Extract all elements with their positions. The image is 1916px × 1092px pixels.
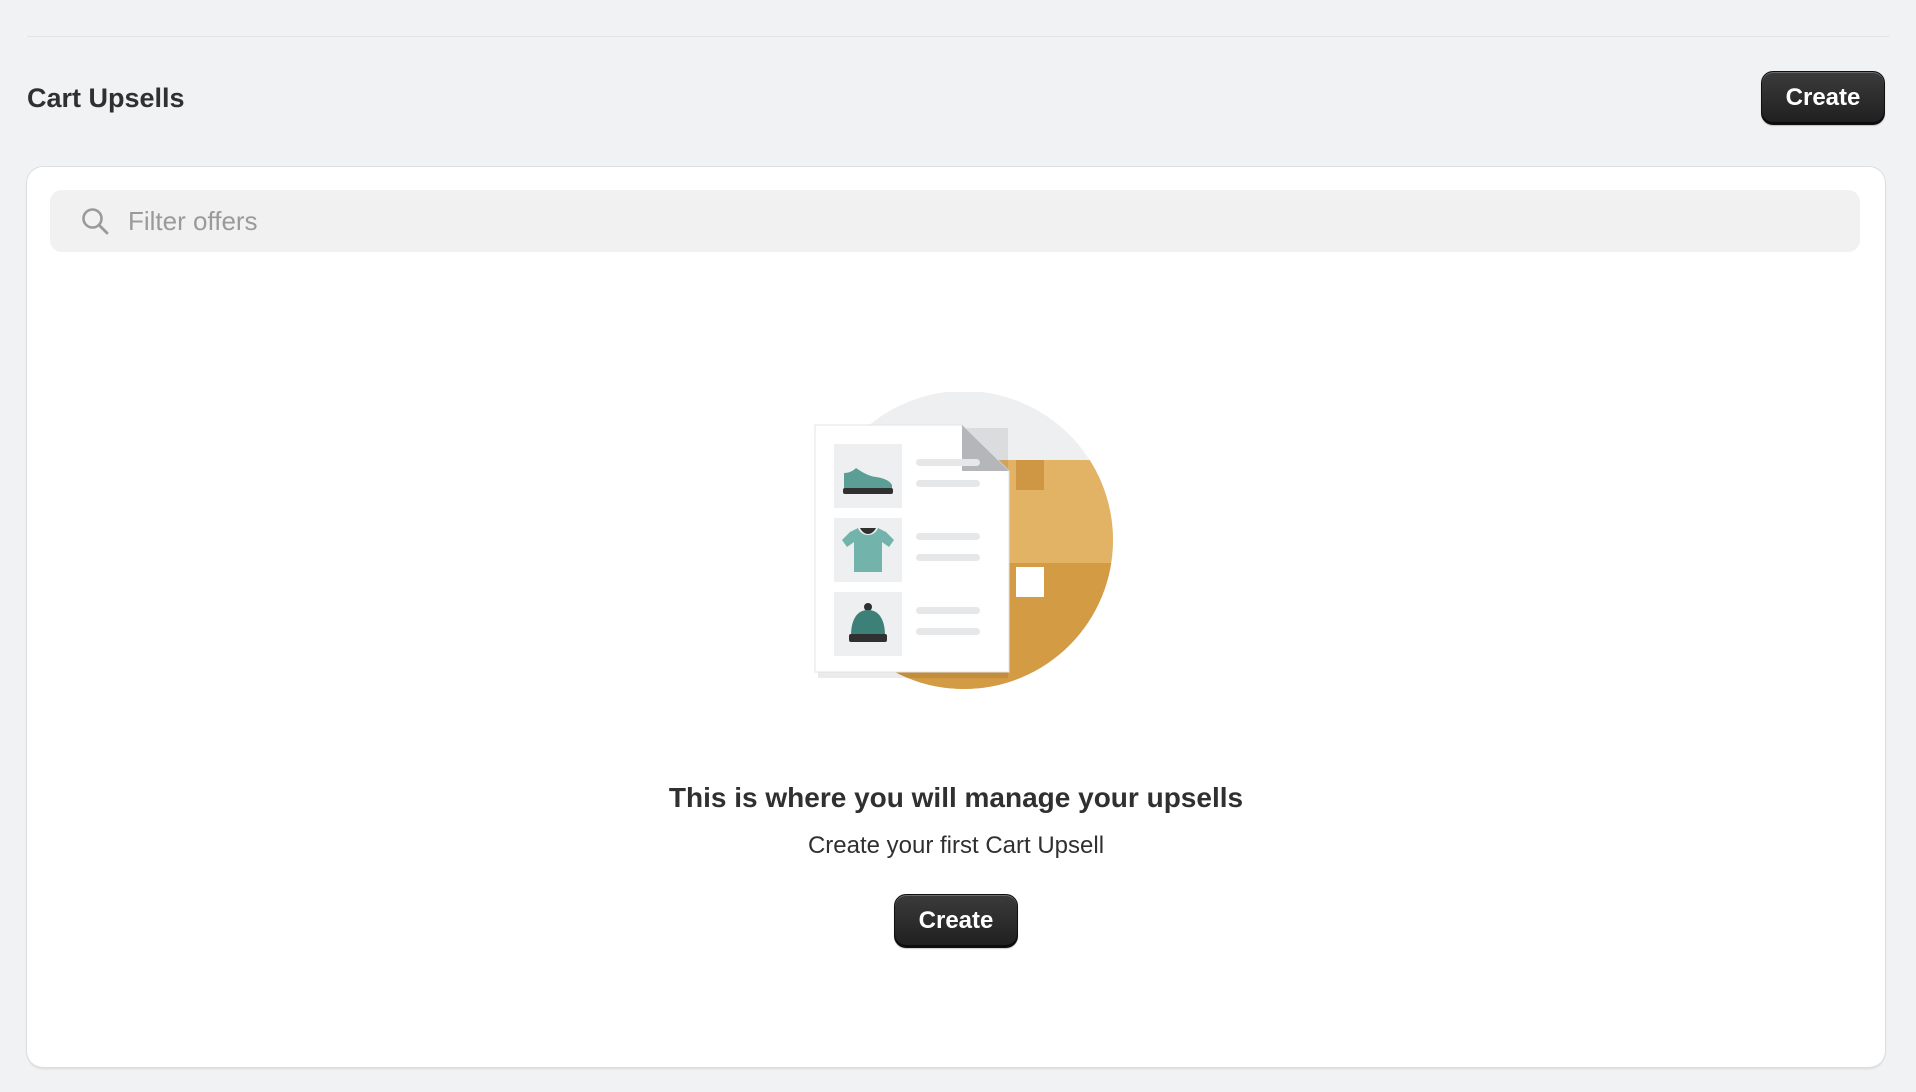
empty-state-subtext: Create your first Cart Upsell xyxy=(807,832,1105,859)
empty-state-create-button[interactable]: Create xyxy=(894,894,1018,948)
page-title: Cart Upsells xyxy=(27,82,185,113)
search-icon xyxy=(80,206,110,236)
empty-state-heading: This is where you will manage your upsel… xyxy=(668,782,1244,813)
empty-state-illustration xyxy=(796,391,1116,702)
search-input[interactable] xyxy=(126,204,1830,238)
search-bar[interactable] xyxy=(50,190,1860,252)
illustration-graphic xyxy=(814,391,1113,689)
document-icon xyxy=(814,424,1010,673)
empty-state: This is where you will manage your upsel… xyxy=(27,391,1885,948)
page-header: Cart Upsells Create xyxy=(27,70,1885,126)
offers-card: This is where you will manage your upsel… xyxy=(27,167,1885,1067)
top-divider xyxy=(27,36,1889,37)
header-create-button[interactable]: Create xyxy=(1761,71,1885,125)
